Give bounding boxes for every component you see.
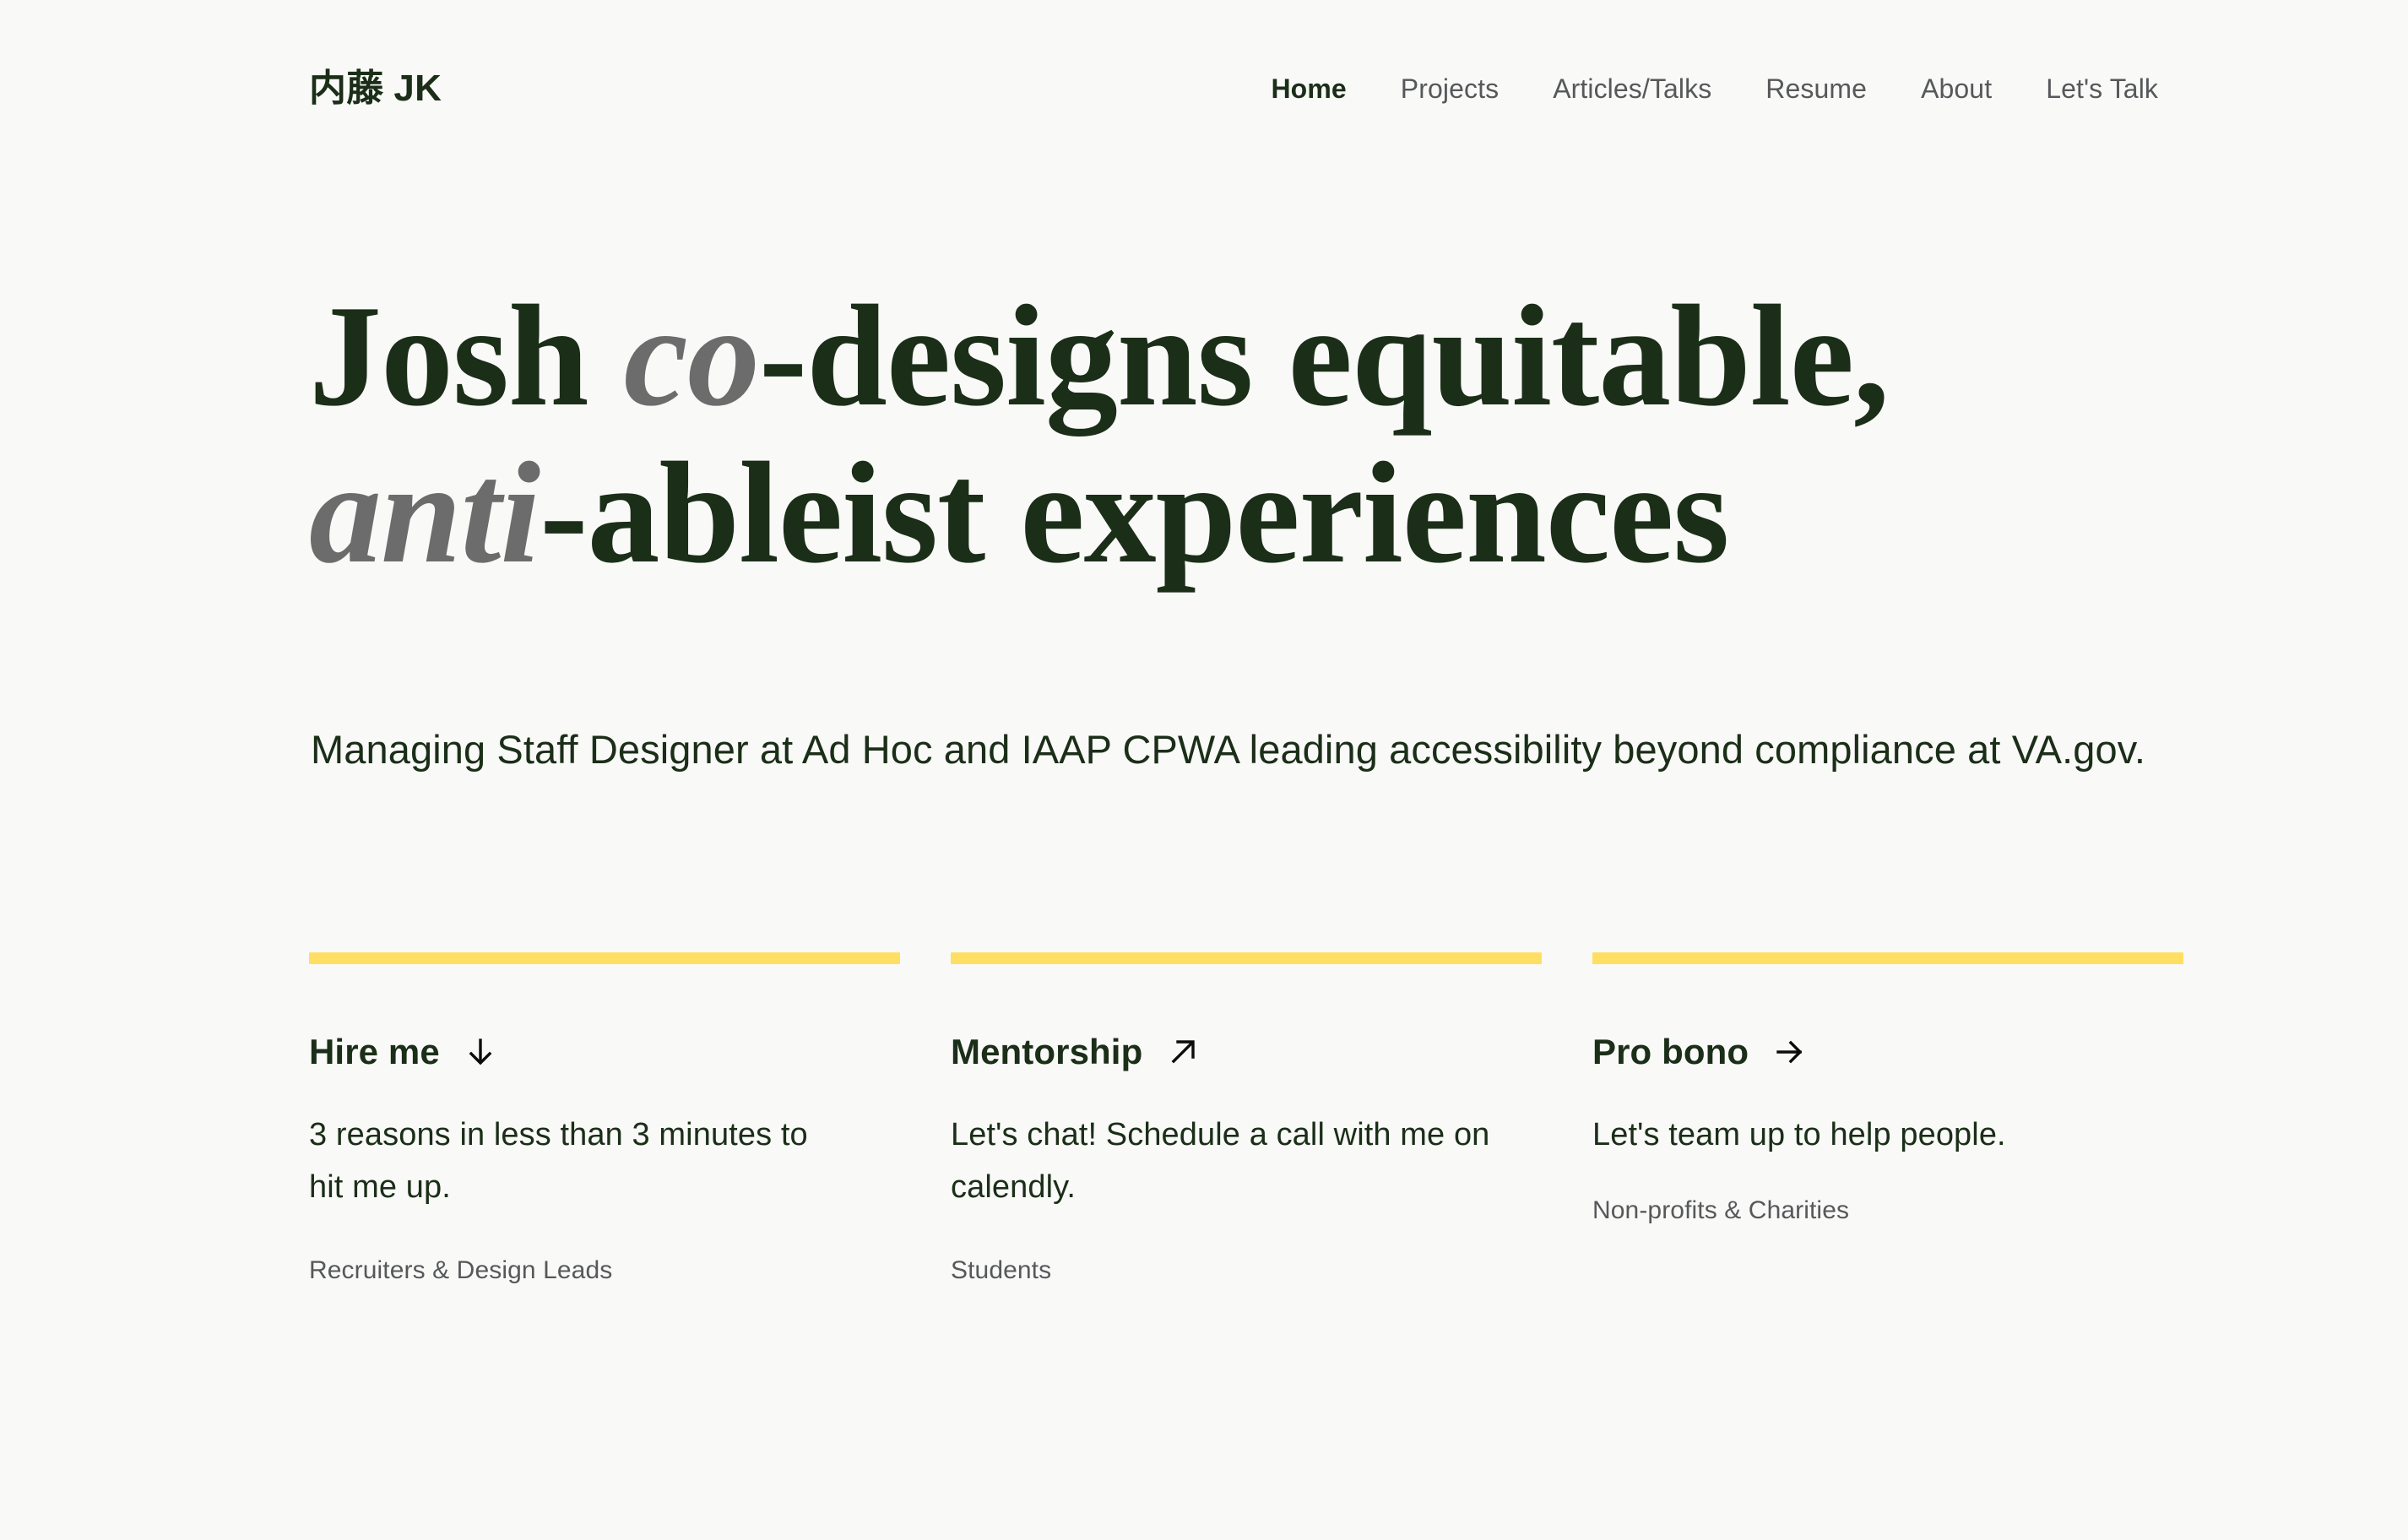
- site-logo[interactable]: 内藤 JK: [309, 70, 442, 107]
- card-accent-rule: [1592, 952, 2183, 964]
- arrow-right-icon: [1771, 1033, 1808, 1071]
- card-body-hire-me: 3 reasons in less than 3 minutes to hit …: [309, 1117, 808, 1205]
- title-line1-rest: -designs equitable,: [758, 276, 1890, 437]
- card-body-pro-bono: Let's team up to help people.: [1592, 1117, 2006, 1152]
- card-title-mentorship: Mentorship: [951, 1032, 1143, 1071]
- nav-item-lets-talk[interactable]: Let's Talk: [2019, 67, 2185, 111]
- nav-item-resume[interactable]: Resume: [1738, 67, 1894, 111]
- hero-subtitle: Managing Staff Designer at Ad Hoc and IA…: [311, 727, 2146, 772]
- card-header: Pro bono: [1592, 1033, 2183, 1071]
- hero-section: Josh co-designs equitable, anti-ableist …: [309, 276, 2145, 772]
- page-root: 内藤 JK Home Projects Articles/Talks Resum…: [0, 0, 2408, 1540]
- logo-kanji: 内藤: [309, 68, 384, 109]
- main-navigation: Home Projects Articles/Talks Resume Abou…: [1244, 67, 2185, 111]
- card-hire-me[interactable]: Hire me 3 reasons in less than 3 minutes…: [309, 952, 900, 1312]
- arrow-down-icon: [462, 1033, 499, 1071]
- title-accent-co: co: [623, 276, 760, 437]
- nav-item-about[interactable]: About: [1894, 67, 2019, 111]
- site-header: 内藤 JK Home Projects Articles/Talks Resum…: [0, 0, 2408, 177]
- card-audience-mentorship: Students: [951, 1256, 1052, 1285]
- card-accent-rule: [309, 952, 900, 964]
- card-title-hire-me: Hire me: [309, 1032, 440, 1071]
- card-header: Hire me: [309, 1033, 900, 1071]
- nav-item-projects[interactable]: Projects: [1374, 67, 1526, 111]
- title-line2-rest: -ableist experiences: [540, 432, 1729, 594]
- title-word-josh: Josh: [309, 276, 624, 437]
- nav-item-articles-talks[interactable]: Articles/Talks: [1526, 67, 1738, 111]
- card-audience-pro-bono: Non-profits & Charities: [1592, 1196, 1850, 1224]
- arrow-up-right-icon: [1164, 1033, 1201, 1071]
- title-accent-anti: anti: [309, 432, 540, 594]
- card-audience-hire-me: Recruiters & Design Leads: [309, 1256, 613, 1285]
- card-title-pro-bono: Pro bono: [1592, 1032, 1749, 1071]
- card-pro-bono[interactable]: Pro bono Let's team up to help people. N…: [1592, 952, 2183, 1312]
- card-header: Mentorship: [951, 1033, 1542, 1071]
- page-title: Josh co-designs equitable, anti-ableist …: [309, 276, 2124, 594]
- nav-item-home[interactable]: Home: [1244, 67, 1373, 111]
- card-mentorship[interactable]: Mentorship Let's chat! Schedule a call w…: [951, 952, 1542, 1312]
- cta-card-group: Hire me 3 reasons in less than 3 minutes…: [309, 952, 2183, 1312]
- card-accent-rule: [951, 952, 1542, 964]
- card-body-mentorship: Let's chat! Schedule a call with me on c…: [951, 1117, 1490, 1205]
- logo-initials: JK: [393, 68, 442, 109]
